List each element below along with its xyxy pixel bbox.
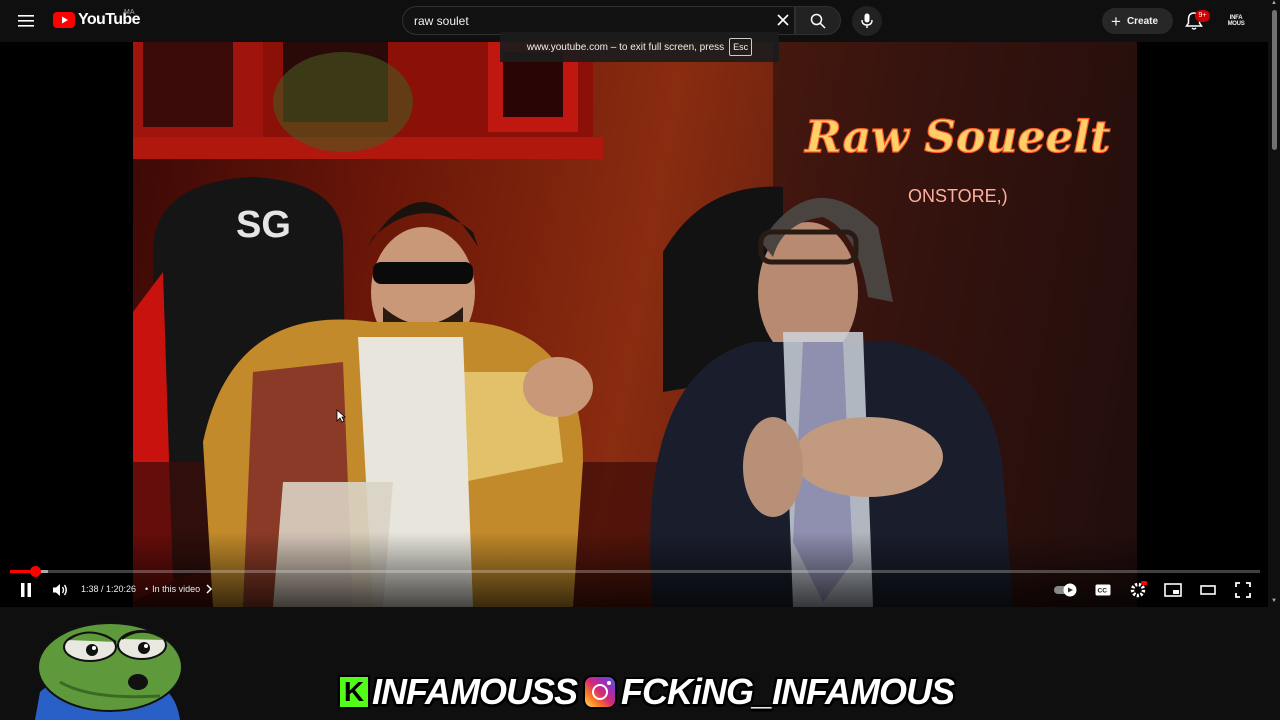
- progress-bar[interactable]: [10, 570, 1260, 573]
- menu-button[interactable]: [10, 6, 42, 36]
- mouse-cursor-icon: [336, 409, 346, 423]
- search-query: raw soulet: [414, 14, 469, 28]
- volume-button[interactable]: [48, 579, 72, 601]
- miniplayer-button[interactable]: [1161, 579, 1185, 601]
- social-handles: K INFAMOUSS FCKiNG_INFAMOUS: [338, 670, 955, 714]
- pause-icon: [21, 583, 31, 597]
- theater-icon: [1200, 585, 1216, 595]
- voice-search-button[interactable]: [852, 6, 882, 36]
- esc-key-badge: Esc: [729, 38, 753, 56]
- search-button[interactable]: [795, 6, 841, 35]
- chapter-button[interactable]: • In this video: [145, 584, 214, 594]
- volume-icon: [53, 584, 67, 596]
- settings-button[interactable]: [1126, 579, 1150, 601]
- country-code: MA: [124, 9, 135, 16]
- scroll-up-icon[interactable]: ▲: [1271, 0, 1277, 6]
- scroll-down-icon[interactable]: ▼: [1271, 598, 1277, 604]
- notification-badge: 9+: [1195, 10, 1210, 22]
- fullscreen-icon: [1235, 582, 1251, 598]
- search-input[interactable]: raw soulet: [402, 6, 795, 35]
- neon-sign: Raw Soueelt: [803, 112, 1110, 163]
- clear-search-button[interactable]: [772, 9, 794, 31]
- video-frame[interactable]: Raw Soueelt ONSTORE,) SG: [133, 42, 1137, 607]
- kick-logo-icon: K: [338, 675, 370, 709]
- search-icon: [810, 13, 826, 29]
- progress-scrubber[interactable]: [29, 566, 41, 577]
- avatar[interactable]: INFA MOUS: [1223, 9, 1249, 33]
- fullscreen-hint-text: www.youtube.com – to exit full screen, p…: [526, 41, 725, 53]
- instagram-logo-icon: [583, 675, 618, 709]
- menu-icon: [18, 15, 34, 27]
- youtube-logo[interactable]: YouTube MA: [53, 9, 140, 29]
- fullscreen-button[interactable]: [1231, 579, 1255, 601]
- mic-icon: [861, 13, 873, 28]
- pause-button[interactable]: [14, 579, 38, 601]
- chapter-label: In this video: [152, 584, 201, 594]
- neon-sub: ONSTORE,): [908, 186, 1008, 206]
- autoplay-toggle[interactable]: [1052, 579, 1080, 601]
- fullscreen-exit-hint: www.youtube.com – to exit full screen, p…: [500, 32, 779, 62]
- video-player[interactable]: Raw Soueelt ONSTORE,) SG 1:38 / 1:20:26 …: [0, 42, 1268, 607]
- settings-icon: [1130, 581, 1147, 598]
- theater-mode-button[interactable]: [1196, 579, 1220, 601]
- video-scene: Raw Soueelt ONSTORE,) SG: [133, 42, 1137, 607]
- chevron-right-icon: [206, 584, 213, 594]
- create-label: Create: [1126, 15, 1159, 27]
- chapter-separator: •: [145, 584, 149, 594]
- pepe-frog-image: [35, 622, 183, 720]
- app-root: YouTube MA raw soulet + Create 9+ INFA MO…: [0, 0, 1280, 720]
- miniplayer-icon: [1164, 583, 1182, 597]
- time-display: 1:38 / 1:20:26: [81, 584, 137, 594]
- youtube-logo-icon: [53, 12, 75, 28]
- kick-handle: INFAMOUSS: [372, 671, 578, 712]
- avatar-line2: MOUS: [1227, 21, 1245, 27]
- autoplay-toggle-icon: [1054, 583, 1077, 597]
- close-icon: [777, 14, 789, 26]
- captions-button[interactable]: CC: [1091, 579, 1115, 601]
- captions-icon: CC: [1095, 584, 1111, 596]
- create-button[interactable]: + Create: [1102, 8, 1173, 34]
- plus-icon: +: [1111, 11, 1121, 31]
- svg-text:CC: CC: [1098, 588, 1108, 595]
- chair-logo: SG: [236, 204, 291, 246]
- kick-letter: K: [343, 676, 365, 707]
- scrollbar-thumb[interactable]: [1272, 10, 1277, 150]
- instagram-handle: FCKiNG_INFAMOUS: [621, 671, 955, 712]
